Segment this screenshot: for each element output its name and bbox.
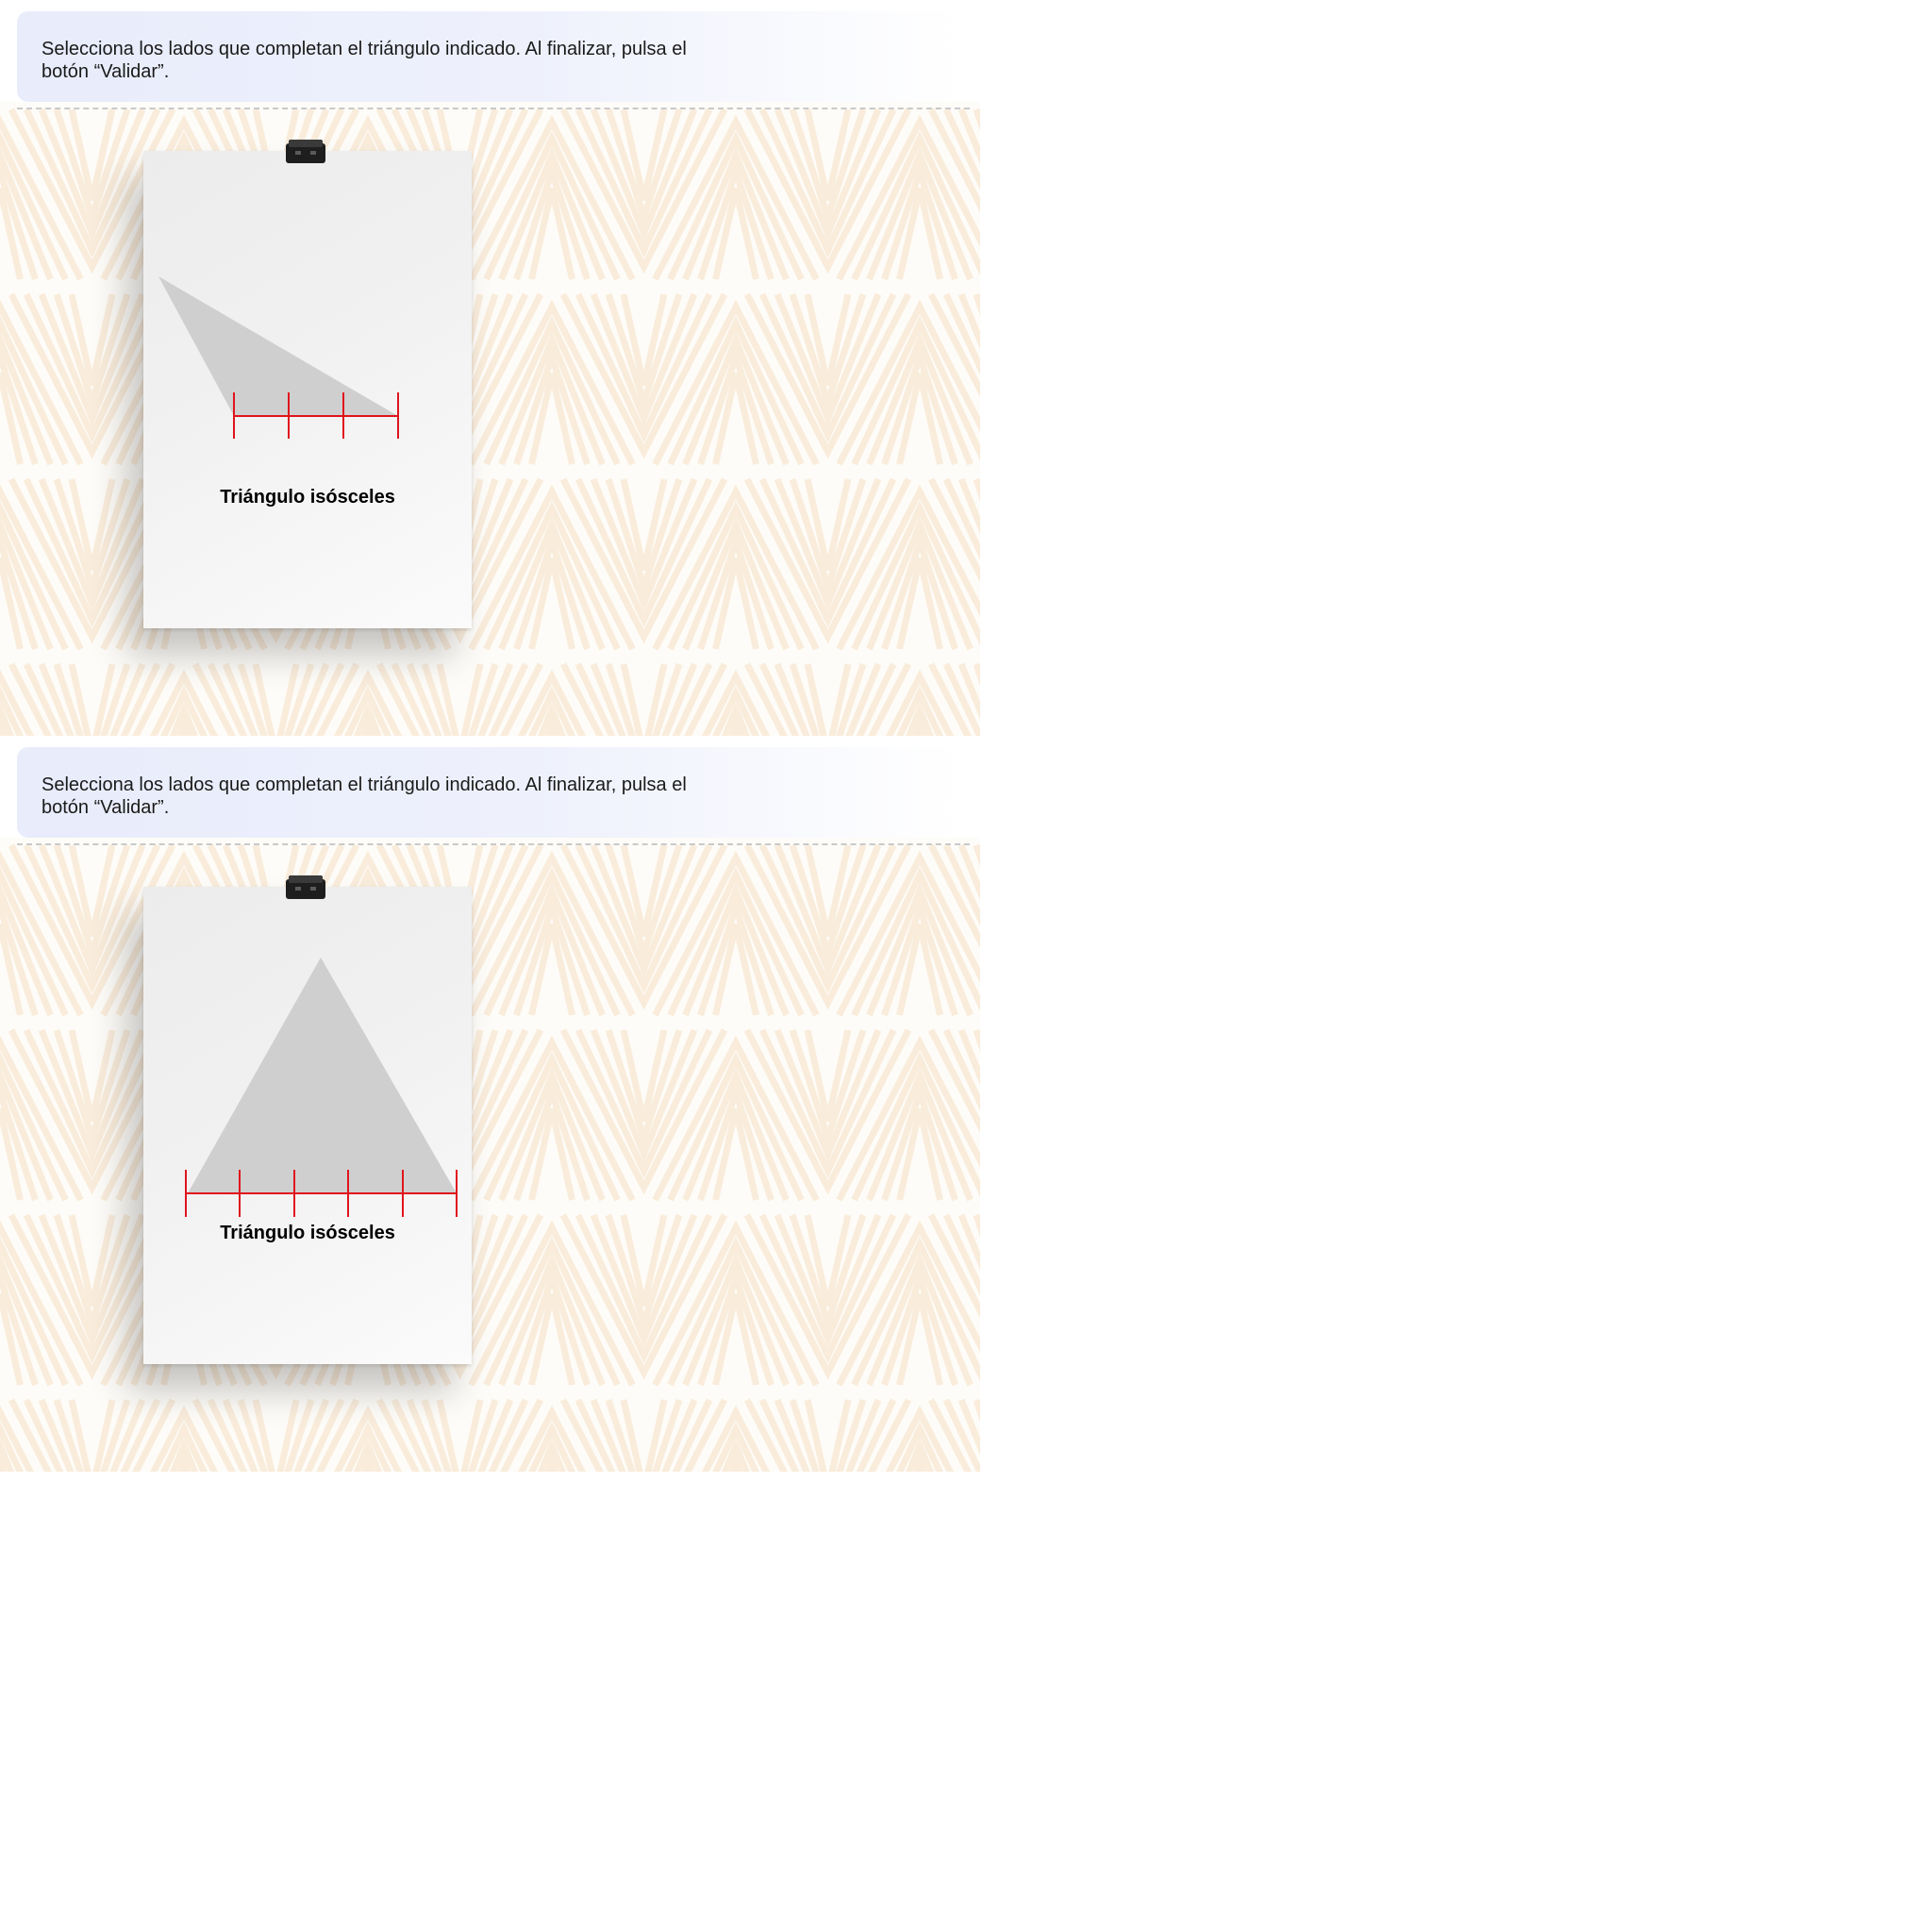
triangle-figure: [185, 958, 458, 1217]
triangle-shape[interactable]: [188, 958, 457, 1193]
instruction-text: Selecciona los lados que completan el tr…: [42, 39, 687, 82]
instruction-box: Selecciona los lados que completan el tr…: [17, 11, 960, 102]
triangle-shape[interactable]: [158, 276, 398, 416]
triangle-card: Triángulo isósceles: [143, 887, 472, 1364]
divider: [17, 843, 970, 845]
card-title: Triángulo isósceles: [220, 1223, 395, 1243]
triangle-card: Triángulo isósceles: [143, 151, 472, 628]
binder-clip-icon: [286, 875, 325, 899]
binder-clip-icon: [286, 140, 325, 163]
activity-1: Selecciona los lados que completan el tr…: [0, 0, 980, 736]
instruction-box: Selecciona los lados que completan el tr…: [17, 747, 960, 838]
divider: [17, 108, 970, 109]
triangle-figure: [158, 276, 399, 439]
instruction-text: Selecciona los lados que completan el tr…: [42, 774, 687, 818]
card-title: Triángulo isósceles: [220, 487, 395, 508]
activity-2: Selecciona los lados que completan el tr…: [0, 736, 980, 1472]
